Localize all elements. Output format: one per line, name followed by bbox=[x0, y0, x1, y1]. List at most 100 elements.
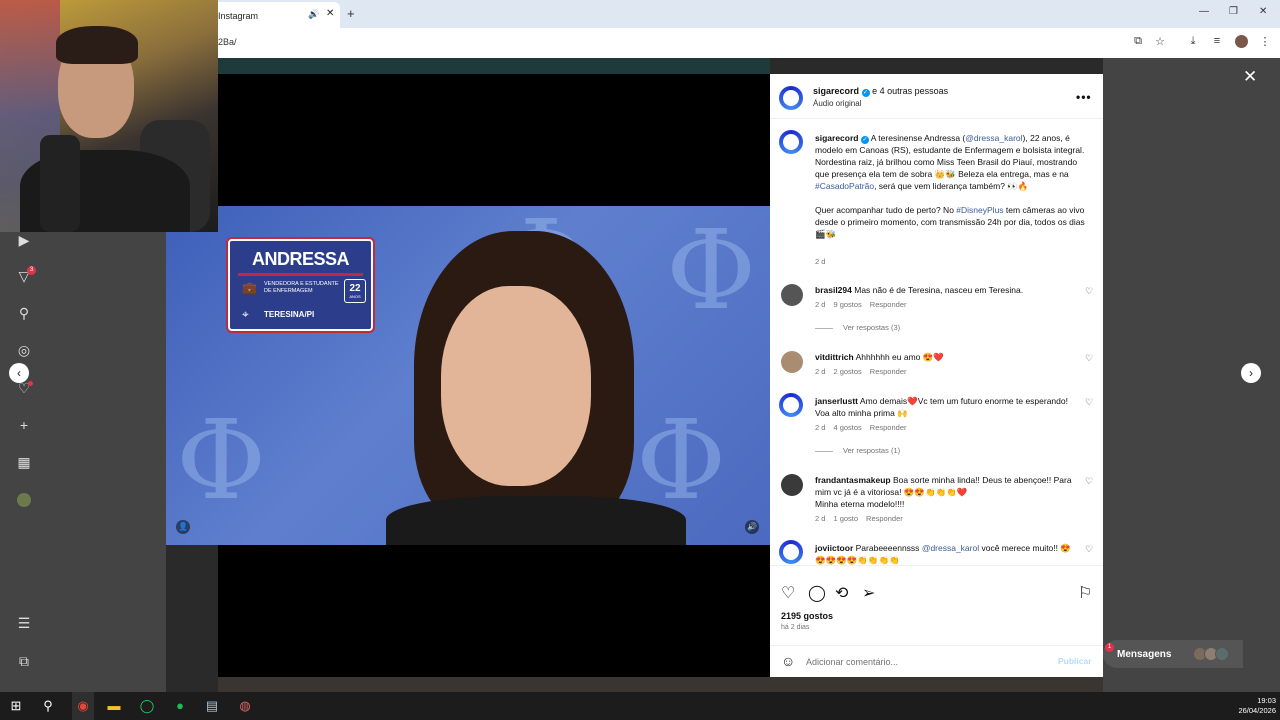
comment-like-heart-icon[interactable]: ♡ bbox=[1085, 476, 1093, 487]
obs-recorder-icon[interactable]: ◍ bbox=[237, 698, 253, 714]
webcam-overlay bbox=[0, 0, 218, 232]
caption-timestamp: 2 d bbox=[815, 257, 826, 266]
share-send-icon[interactable]: ➢ bbox=[862, 583, 875, 603]
view-replies-button[interactable]: Ver respostas (3) bbox=[815, 323, 900, 332]
tab-close-icon[interactable]: ✕ bbox=[326, 8, 334, 19]
minimize-button[interactable]: — bbox=[1199, 6, 1209, 17]
mention-link[interactable]: @dressa_karol bbox=[965, 133, 1022, 143]
apps-icon[interactable]: ⧉ bbox=[16, 653, 32, 669]
windows-start-icon[interactable]: ⊞ bbox=[8, 698, 24, 714]
comment-meta: 2 d9 gostos Responder bbox=[815, 300, 907, 309]
post-side-panel: sigarecord ✓ e 4 outras pessoas Áudio or… bbox=[770, 74, 1103, 677]
publish-button[interactable]: Publicar bbox=[1058, 656, 1092, 666]
url-text[interactable]: 2Ba/ bbox=[218, 37, 237, 47]
reels-icon[interactable]: ▶ bbox=[16, 232, 32, 248]
comment-text: joviictoor Parabeeeennsss @dressa_karol … bbox=[815, 543, 1071, 565]
comment-text: janserlustt Amo demais❤️Vc tem um futuro… bbox=[815, 396, 1068, 418]
profile-avatar[interactable] bbox=[17, 493, 31, 507]
whatsapp-icon[interactable]: ◯ bbox=[139, 698, 155, 714]
bookmark-star-icon[interactable]: ☆ bbox=[1153, 35, 1167, 48]
next-post-button[interactable]: › bbox=[1241, 363, 1261, 383]
webcam-microphone bbox=[40, 135, 80, 232]
media-control-icon[interactable]: ≡ bbox=[1210, 35, 1224, 47]
previous-post-button[interactable]: ‹ bbox=[9, 363, 29, 383]
webcam-person-hair bbox=[56, 26, 138, 64]
audio-toggle-icon[interactable]: 🔊 bbox=[745, 520, 759, 534]
hashtag-link[interactable]: #DisneyPlus bbox=[956, 205, 1003, 215]
search-icon[interactable]: ⚲ bbox=[16, 305, 32, 321]
comment-composer: ☺ Publicar bbox=[770, 645, 1103, 677]
messages-badge: 1 bbox=[1105, 643, 1114, 652]
mention-link[interactable]: @dressa_karol bbox=[922, 543, 979, 553]
tab-audio-icon[interactable]: 🔊 bbox=[308, 9, 319, 20]
close-window-button[interactable]: ✕ bbox=[1259, 6, 1267, 17]
taskbar-search-icon[interactable]: ⚲ bbox=[40, 698, 56, 714]
comment-meta: 2 d1 gosto Responder bbox=[815, 514, 903, 523]
create-plus-icon[interactable]: + bbox=[16, 417, 32, 433]
more-menu-icon[interactable]: ☰ bbox=[16, 615, 32, 631]
author-username[interactable]: sigarecord bbox=[813, 86, 859, 96]
comment-bubble-icon[interactable]: ◯ bbox=[808, 583, 826, 603]
briefcase-icon: 💼 bbox=[242, 281, 257, 295]
caption-author-avatar[interactable] bbox=[779, 130, 803, 154]
spotify-icon[interactable]: ● bbox=[172, 698, 188, 714]
caption-username[interactable]: sigarecord bbox=[815, 133, 858, 143]
tagged-user-icon[interactable]: 👤 bbox=[176, 520, 190, 534]
author-avatar[interactable] bbox=[779, 86, 803, 110]
messages-button[interactable]: 1 Mensagens bbox=[1103, 640, 1243, 668]
backdrop-logo-glyph: Φ bbox=[176, 396, 267, 524]
dashboard-icon[interactable]: ▦ bbox=[16, 454, 32, 470]
audio-link[interactable]: Áudio original bbox=[813, 99, 861, 108]
comment-avatar[interactable] bbox=[781, 351, 803, 373]
nav-activity-dot bbox=[28, 381, 33, 386]
post-header: sigarecord ✓ e 4 outras pessoas Áudio or… bbox=[770, 74, 1103, 119]
compass-icon[interactable]: ◎ bbox=[16, 342, 32, 358]
browser-profile-avatar[interactable] bbox=[1235, 35, 1248, 48]
clock-time: 19:03 bbox=[1257, 696, 1276, 705]
tab-title: Instagram bbox=[218, 11, 259, 21]
name-lower-third: ANDRESSA 💼 VENDEDORA E ESTUDANTE DE ENFE… bbox=[228, 239, 373, 331]
notepad-icon[interactable]: ▤ bbox=[204, 698, 220, 714]
comment-like-heart-icon[interactable]: ♡ bbox=[1085, 544, 1093, 555]
comment-like-heart-icon[interactable]: ♡ bbox=[1085, 353, 1093, 364]
nav-notification-badge: 3 bbox=[27, 266, 36, 275]
new-tab-button[interactable]: + bbox=[347, 6, 355, 21]
save-bookmark-icon[interactable]: ⚐ bbox=[1078, 583, 1092, 603]
like-heart-icon[interactable]: ♡ bbox=[781, 583, 795, 603]
repost-icon[interactable]: ⟲ bbox=[835, 583, 848, 603]
file-explorer-icon[interactable]: ▬ bbox=[106, 698, 122, 714]
restore-button[interactable]: ❐ bbox=[1229, 6, 1238, 17]
comment-avatar[interactable] bbox=[779, 540, 803, 564]
comment-meta: 2 d4 gostos Responder bbox=[815, 423, 907, 432]
coauthors-link[interactable]: e 4 outras pessoas bbox=[872, 86, 948, 96]
lower-third-city: TERESINA/PI bbox=[264, 310, 315, 319]
comment-avatar[interactable] bbox=[781, 284, 803, 306]
lower-third-job: VENDEDORA E ESTUDANTE DE ENFERMAGEM bbox=[264, 281, 339, 294]
more-options-button[interactable]: ••• bbox=[1076, 90, 1092, 104]
comment-avatar[interactable] bbox=[779, 393, 803, 417]
browser-menu-icon[interactable]: ⋮ bbox=[1258, 35, 1272, 48]
backdrop-strip-bottom bbox=[218, 677, 1103, 692]
download-icon[interactable]: ⤓ bbox=[1186, 35, 1200, 48]
comment-input[interactable] bbox=[806, 654, 1046, 670]
post-caption: sigarecord ✓ A teresinense Andressa (@dr… bbox=[815, 133, 1085, 239]
post-authors: sigarecord ✓ e 4 outras pessoas bbox=[813, 86, 948, 97]
close-modal-icon[interactable]: ✕ bbox=[1243, 67, 1257, 87]
comment-meta: 2 d2 gostos Responder bbox=[815, 367, 907, 376]
comment-avatar[interactable] bbox=[781, 474, 803, 496]
comments-scroll[interactable]: sigarecord ✓ A teresinense Andressa (@dr… bbox=[770, 120, 1103, 565]
comment-like-heart-icon[interactable]: ♡ bbox=[1085, 286, 1093, 297]
messages-label: Mensagens bbox=[1117, 649, 1172, 660]
browser-tab-instagram[interactable]: Instagram 🔊 ✕ bbox=[210, 2, 340, 28]
likes-count[interactable]: 2195 gostos bbox=[781, 611, 833, 621]
reel-video[interactable]: Φ Φ Φ Φ ANDRESSA 💼 VENDEDORA E ESTUDANTE… bbox=[166, 206, 770, 545]
system-clock[interactable]: 19:03 26/04/2026 bbox=[1230, 696, 1276, 716]
view-replies-button[interactable]: Ver respostas (1) bbox=[815, 446, 900, 455]
chrome-icon[interactable]: ◉ bbox=[75, 698, 91, 714]
comment-like-heart-icon[interactable]: ♡ bbox=[1085, 397, 1093, 408]
clock-date: 26/04/2026 bbox=[1238, 706, 1276, 715]
hashtag-link[interactable]: #CasadoPatrão bbox=[815, 181, 874, 191]
lower-third-age: 22 ANOS bbox=[344, 279, 366, 303]
install-app-icon[interactable]: ⧉ bbox=[1131, 35, 1145, 48]
emoji-picker-icon[interactable]: ☺ bbox=[781, 653, 795, 669]
